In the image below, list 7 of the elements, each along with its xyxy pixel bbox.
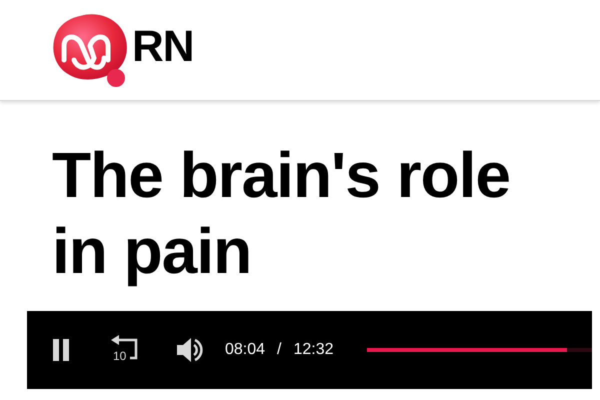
logo-text: RN bbox=[132, 25, 194, 69]
current-time: 08:04 bbox=[225, 340, 266, 360]
pause-icon bbox=[51, 338, 71, 362]
duration: 12:32 bbox=[294, 340, 334, 360]
time-separator: / bbox=[277, 340, 282, 360]
article-title: The brain's role in pain bbox=[51, 138, 511, 289]
rewind-button[interactable]: 10 bbox=[109, 335, 143, 365]
